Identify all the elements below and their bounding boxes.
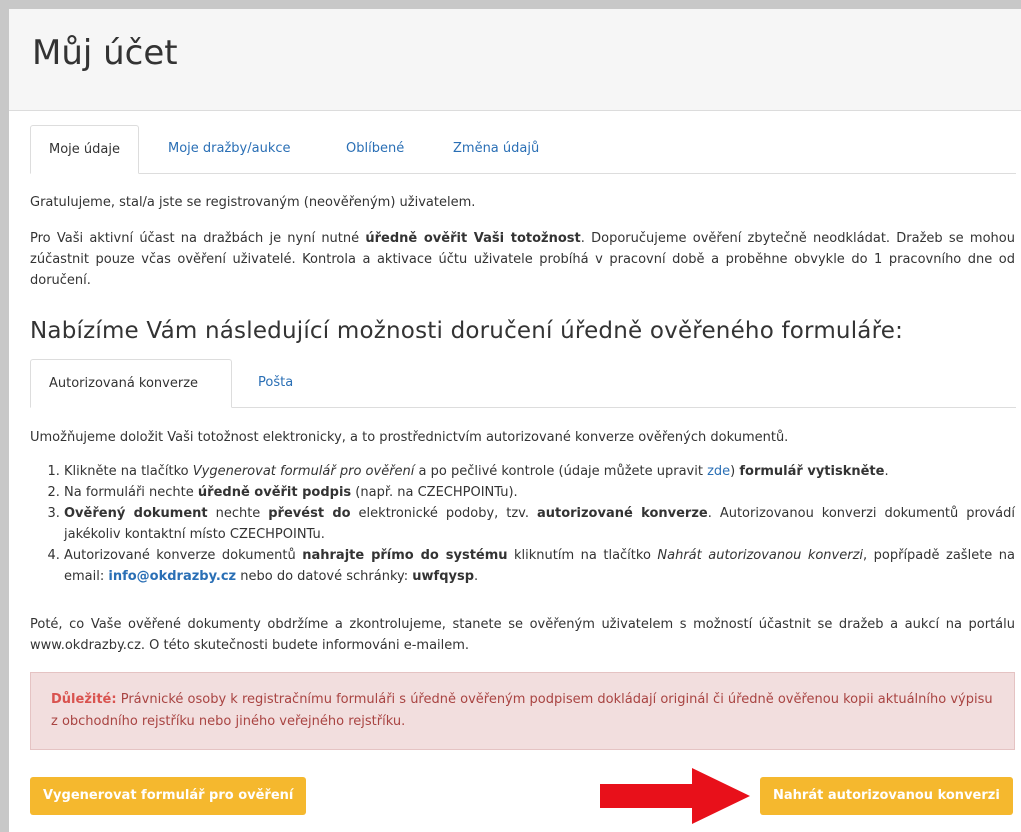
step-1-mid: a po pečlivé kontrole (údaje můžete upra… [414, 464, 708, 479]
step-4-t4: nebo do datové schránky: [236, 569, 413, 584]
step-1-italic: Vygenerovat formulář pro ověření [192, 464, 415, 479]
delivery-tab-bar: Autorizovaná konverze Pošta [30, 359, 1016, 408]
step-1-bold: formulář vytiskněte [739, 464, 885, 479]
step-4-italic: Nahrát autorizovanou konverzi [657, 548, 864, 563]
step-3: Ověřený dokument nechte převést do elekt… [64, 503, 1015, 545]
important-alert: Důležité: Právnické osoby k registračním… [30, 672, 1015, 750]
verification-notice-pre: Pro Vaši aktivní účast na dražbách je ny… [30, 231, 366, 246]
step-2: Na formuláři nechte úředně ověřit podpis… [64, 482, 1015, 503]
tab-moje-udaje[interactable]: Moje údaje [30, 125, 139, 174]
after-verification-text: Poté, co Vaše ověřené dokumenty obdržíme… [30, 617, 1015, 653]
step-3-t2: elektronické podoby, tzv. [350, 506, 537, 521]
step-4-t1: Autorizované konverze dokumentů [64, 548, 303, 563]
verification-notice-bold: úředně ověřit Vaši totožnost [365, 231, 581, 246]
tab-posta[interactable]: Pošta [240, 359, 311, 407]
step-1-mid2: ) [730, 464, 740, 479]
tab-moje-drazby[interactable]: Moje dražby/aukce [150, 125, 309, 173]
alert-label: Důležité: [51, 692, 117, 707]
step-1-pre: Klikněte na tlačítko [64, 464, 193, 479]
delivery-options-title: Nabízíme Vám následující možnosti doruče… [30, 318, 904, 344]
step-1-post: . [884, 464, 889, 479]
edit-details-link[interactable]: zde [707, 464, 730, 479]
step-2-bold: úředně ověřit podpis [197, 485, 352, 500]
step-4: Autorizované konverze dokumentů nahrajte… [64, 545, 1015, 587]
registration-congrats: Gratulujeme, stal/a jste se registrovaný… [30, 195, 476, 210]
email-link[interactable]: info@okdrazby.cz [108, 569, 236, 584]
step-3-bold1: Ověřený dokument [64, 506, 208, 521]
step-2-post: (např. na CZECHPOINTu). [351, 485, 518, 500]
account-tabs: Moje údaje Moje dražby/aukce Oblíbené Zm… [30, 125, 1016, 174]
step-4-t5: . [474, 569, 479, 584]
window-frame-top [0, 0, 1021, 9]
alert-text: Právnické osoby k registračnímu formulář… [51, 692, 993, 729]
tab-zmena-udaju[interactable]: Změna údajů [435, 125, 557, 173]
step-1: Klikněte na tlačítko Vygenerovat formulá… [64, 461, 1015, 482]
step-4-bold1: nahrajte přímo do systému [302, 548, 508, 563]
tab-bar: Moje údaje Moje dražby/aukce Oblíbené Zm… [30, 125, 1016, 174]
page-title: Můj účet [32, 33, 178, 73]
verification-steps: Klikněte na tlačítko Vygenerovat formulá… [30, 461, 1015, 587]
databox-id: uwfqysp [412, 569, 475, 584]
conversion-intro: Umožňujeme doložit Vaši totožnost elektr… [30, 430, 789, 445]
window-frame-left [0, 0, 9, 832]
step-4-t2: kliknutím na tlačítko [507, 548, 658, 563]
upload-conversion-button[interactable]: Nahrát autorizovanou konverzi [760, 777, 1013, 815]
step-3-bold2: převést do [268, 506, 351, 521]
step-3-bold3: autorizované konverze [536, 506, 708, 521]
verification-notice: Pro Vaši aktivní účast na dražbách je ny… [30, 228, 1015, 291]
tab-autorizovana-konverze[interactable]: Autorizovaná konverze [30, 359, 232, 408]
step-2-pre: Na formuláři nechte [64, 485, 198, 500]
tab-oblibene[interactable]: Oblíbené [328, 125, 422, 173]
step-3-t1: nechte [207, 506, 269, 521]
generate-form-button[interactable]: Vygenerovat formulář pro ověření [30, 777, 307, 815]
red-arrow-right-icon [600, 768, 750, 824]
page-header: Můj účet [9, 9, 1021, 111]
